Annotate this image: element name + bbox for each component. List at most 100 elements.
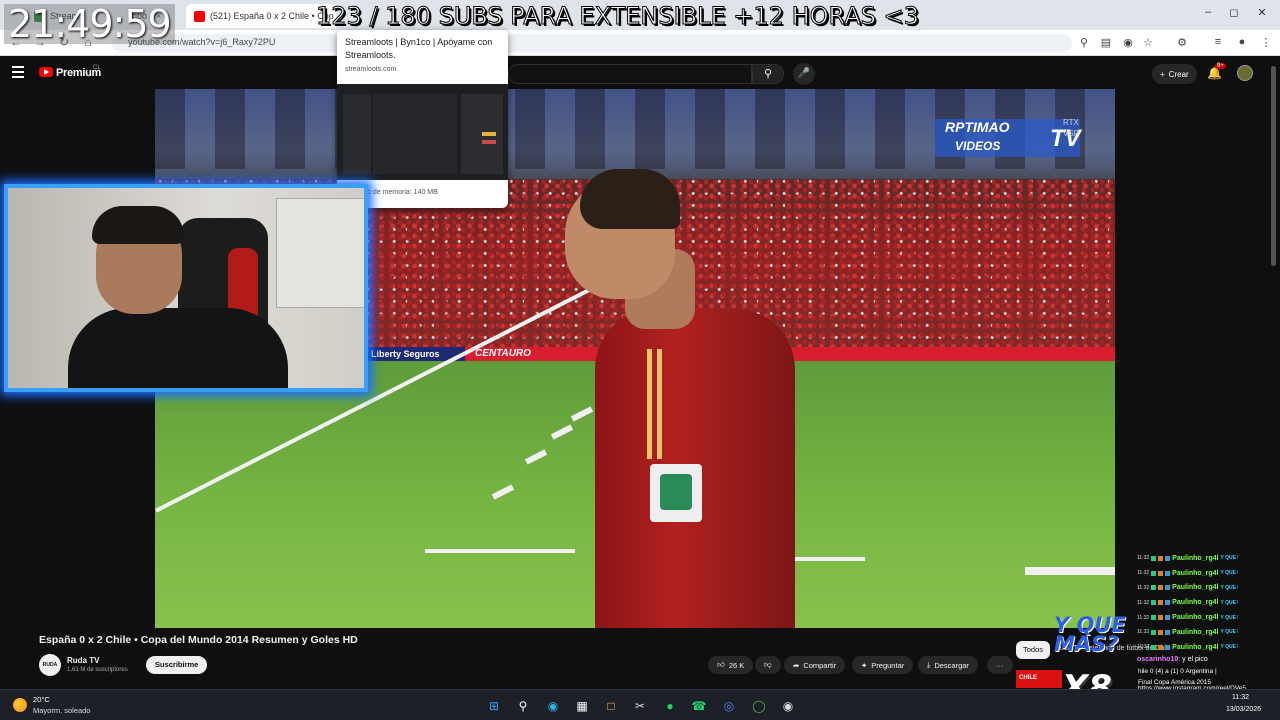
weather-temperature[interactable]: 20°C <box>33 695 50 704</box>
weather-condition[interactable]: Mayorm. soleado <box>33 706 91 715</box>
url-field[interactable]: youtube.com/watch?v=j6_Raxy72PU <box>112 34 1072 52</box>
pitch-line <box>1025 567 1115 575</box>
chat-overlay-yque: Y QUE MAS? <box>1054 613 1126 656</box>
windows-start-icon[interactable]: ⊞ <box>486 698 502 714</box>
youtube-logo-icon[interactable] <box>39 67 53 77</box>
stream-chat-overlay: 11:32Paulinho_rg4lY QUE MAS? 11:32Paulin… <box>1137 551 1277 655</box>
world-cup-sleeve-badge <box>650 464 702 522</box>
download-button[interactable]: ⤓ Descargar <box>918 656 978 674</box>
zoom-icon[interactable]: ⚲ <box>1076 36 1092 49</box>
obs-icon[interactable]: ◉ <box>780 698 796 714</box>
jersey-stripe <box>657 349 662 459</box>
thumbs-up-icon: 👍︎ <box>717 660 725 669</box>
badge-icon <box>1151 555 1157 561</box>
streamer-body <box>68 308 288 388</box>
watermark-line1: RPTIMAO <box>945 119 1010 135</box>
channel-avatar[interactable]: RUDA <box>39 654 61 676</box>
download-icon: ⤓ <box>927 660 931 669</box>
channel-name[interactable]: Ruda TV <box>67 656 99 665</box>
rtx-vsr-label: RTX VSR <box>1063 118 1080 138</box>
chat-message: 11:32Paulinho_rg4lY QUE MAS? <box>1137 614 1238 622</box>
notification-count-badge: 9+ <box>1215 63 1226 69</box>
region-code: CL <box>93 65 101 71</box>
create-label: Crear <box>1168 69 1189 79</box>
share-button[interactable]: ➦ Compartir <box>784 656 846 674</box>
more-actions-button[interactable]: ··· <box>987 656 1013 674</box>
search-input[interactable] <box>508 64 752 84</box>
like-button[interactable]: 👍︎ 26 K <box>708 656 754 674</box>
webcam-overlay <box>4 184 368 392</box>
profile-icon[interactable]: ● <box>1234 36 1250 48</box>
edge-icon[interactable]: ◉ <box>545 698 561 714</box>
preview-url: streamloots.com <box>345 66 397 73</box>
chrome-icon[interactable]: ◎ <box>721 698 737 714</box>
subscriber-count: 1,61 M de suscriptores <box>67 667 128 673</box>
sparkle-icon: ✦ <box>861 660 868 670</box>
search-icon: ⚲ <box>763 68 773 80</box>
eye-off-icon[interactable]: ◉ <box>1120 36 1136 49</box>
ask-button[interactable]: ✦ Preguntar <box>852 656 914 674</box>
background-door <box>276 198 364 308</box>
screen: Stream hbo × (521) España 0 x 2 Chile • … <box>0 0 1280 720</box>
chat-message: 11:32Paulinho_rg4lY QUE MAS? <box>1137 599 1238 607</box>
preview-title: Streamloots | Byn1co | Apóyame con Strea… <box>345 37 493 60</box>
weather-sun-icon[interactable] <box>13 698 27 712</box>
thumbs-down-icon: 👎︎ <box>764 660 772 669</box>
youtube-header: Premium CL ⚲ 🎤 + Crear 🔔 9+ <box>0 57 1280 89</box>
create-button[interactable]: + Crear <box>1152 64 1197 84</box>
subscribe-button[interactable]: Suscribirme <box>146 656 208 674</box>
extensions-icon[interactable]: ⚙ <box>1174 36 1190 49</box>
pitch-line <box>425 549 575 553</box>
chat-message: 11:32Paulinho_rg4lY QUE MAS? <box>1137 628 1238 636</box>
youtube-icon <box>194 10 205 22</box>
bookmark-star-icon[interactable]: ☆ <box>1140 36 1156 49</box>
menu-icon[interactable]: ⋮ <box>1258 36 1274 49</box>
stream-clock: 21:49:59 <box>4 4 175 44</box>
badge-icon <box>1158 555 1164 561</box>
plus-icon: + <box>1160 69 1165 79</box>
reading-list-icon[interactable]: ≡ <box>1210 36 1226 48</box>
badge-icon <box>1165 555 1171 561</box>
search-button[interactable]: ⚲ <box>752 64 784 84</box>
recommended-video-thumbnail[interactable]: CHILE <box>1016 670 1062 688</box>
recommended-video-title[interactable]: hile 0 (4) a (1) 0 Argentina | <box>1138 668 1217 675</box>
voice-search-icon[interactable]: 🎤 <box>793 63 815 85</box>
store-icon[interactable]: ▦ <box>574 698 590 714</box>
preview-thumbnail <box>337 84 508 180</box>
snipping-tool-icon[interactable]: ✂ <box>632 698 648 714</box>
hamburger-menu-icon[interactable] <box>12 66 24 81</box>
jersey-stripe <box>647 349 652 459</box>
account-avatar[interactable] <box>1237 65 1253 81</box>
windows-taskbar: 20°C Mayorm. soleado ⊞ ⚲ ◉ ▦ □ ✂ ● ☎ ◎ ◯… <box>0 689 1280 720</box>
chip-all[interactable]: Todos <box>1016 641 1051 659</box>
file-explorer-icon[interactable]: □ <box>603 698 619 714</box>
search-icon[interactable]: ⚲ <box>515 698 531 714</box>
chat-message: 11:32Paulinho_rg4lY QUE MAS? <box>1137 554 1238 562</box>
player-hair <box>580 169 680 229</box>
address-bar: ← → ↻ ⌂ youtube.com/watch?v=j6_Raxy72PU … <box>0 30 1280 56</box>
chat-message: oscarinho10: y el pico <box>1137 656 1208 663</box>
share-icon: ➦ <box>793 660 800 670</box>
tab-hover-preview: Streamloots | Byn1co | Apóyame con Strea… <box>337 30 508 208</box>
tab-youtube[interactable]: (521) España 0 x 2 Chile • Cop <box>186 4 336 28</box>
taskbar-time[interactable]: 11:32 <box>1232 694 1249 701</box>
maximize-icon[interactable]: ◻ <box>1222 6 1246 19</box>
close-window-icon[interactable]: ✕ <box>1250 6 1274 19</box>
dislike-button[interactable]: 👎︎ <box>755 656 781 674</box>
xbox-icon[interactable]: ◯ <box>751 698 767 714</box>
whatsapp-icon[interactable]: ☎ <box>691 698 707 714</box>
watermark-line2: VIDEOS <box>955 139 1001 153</box>
chat-message: 11:32Paulinho_rg4lY QUE MAS? <box>1137 569 1238 577</box>
like-count: 26 K <box>728 660 745 670</box>
minimize-icon[interactable]: – <box>1196 6 1220 18</box>
chat-message: 11:32Paulinho_rg4lY QUE MAS? <box>1137 584 1238 592</box>
spotify-icon[interactable]: ● <box>662 698 678 714</box>
video-title: España 0 x 2 Chile • Copa del Mundo 2014… <box>39 634 358 646</box>
install-icon[interactable]: ▤ <box>1098 36 1114 49</box>
chat-message: 11:32Paulinho_rg4lY QUE MAS? <box>1137 643 1238 651</box>
page-scrollbar[interactable] <box>1271 66 1276 266</box>
subs-goal-banner: 123 / 180 SUBS PARA EXTENSIBLE +12 HORAS… <box>316 2 920 31</box>
taskbar-date[interactable]: 13/03/2026 <box>1226 706 1261 713</box>
streamer-hair <box>92 206 184 244</box>
preview-memory-usage: o de memoria: 140 MB <box>367 189 438 196</box>
